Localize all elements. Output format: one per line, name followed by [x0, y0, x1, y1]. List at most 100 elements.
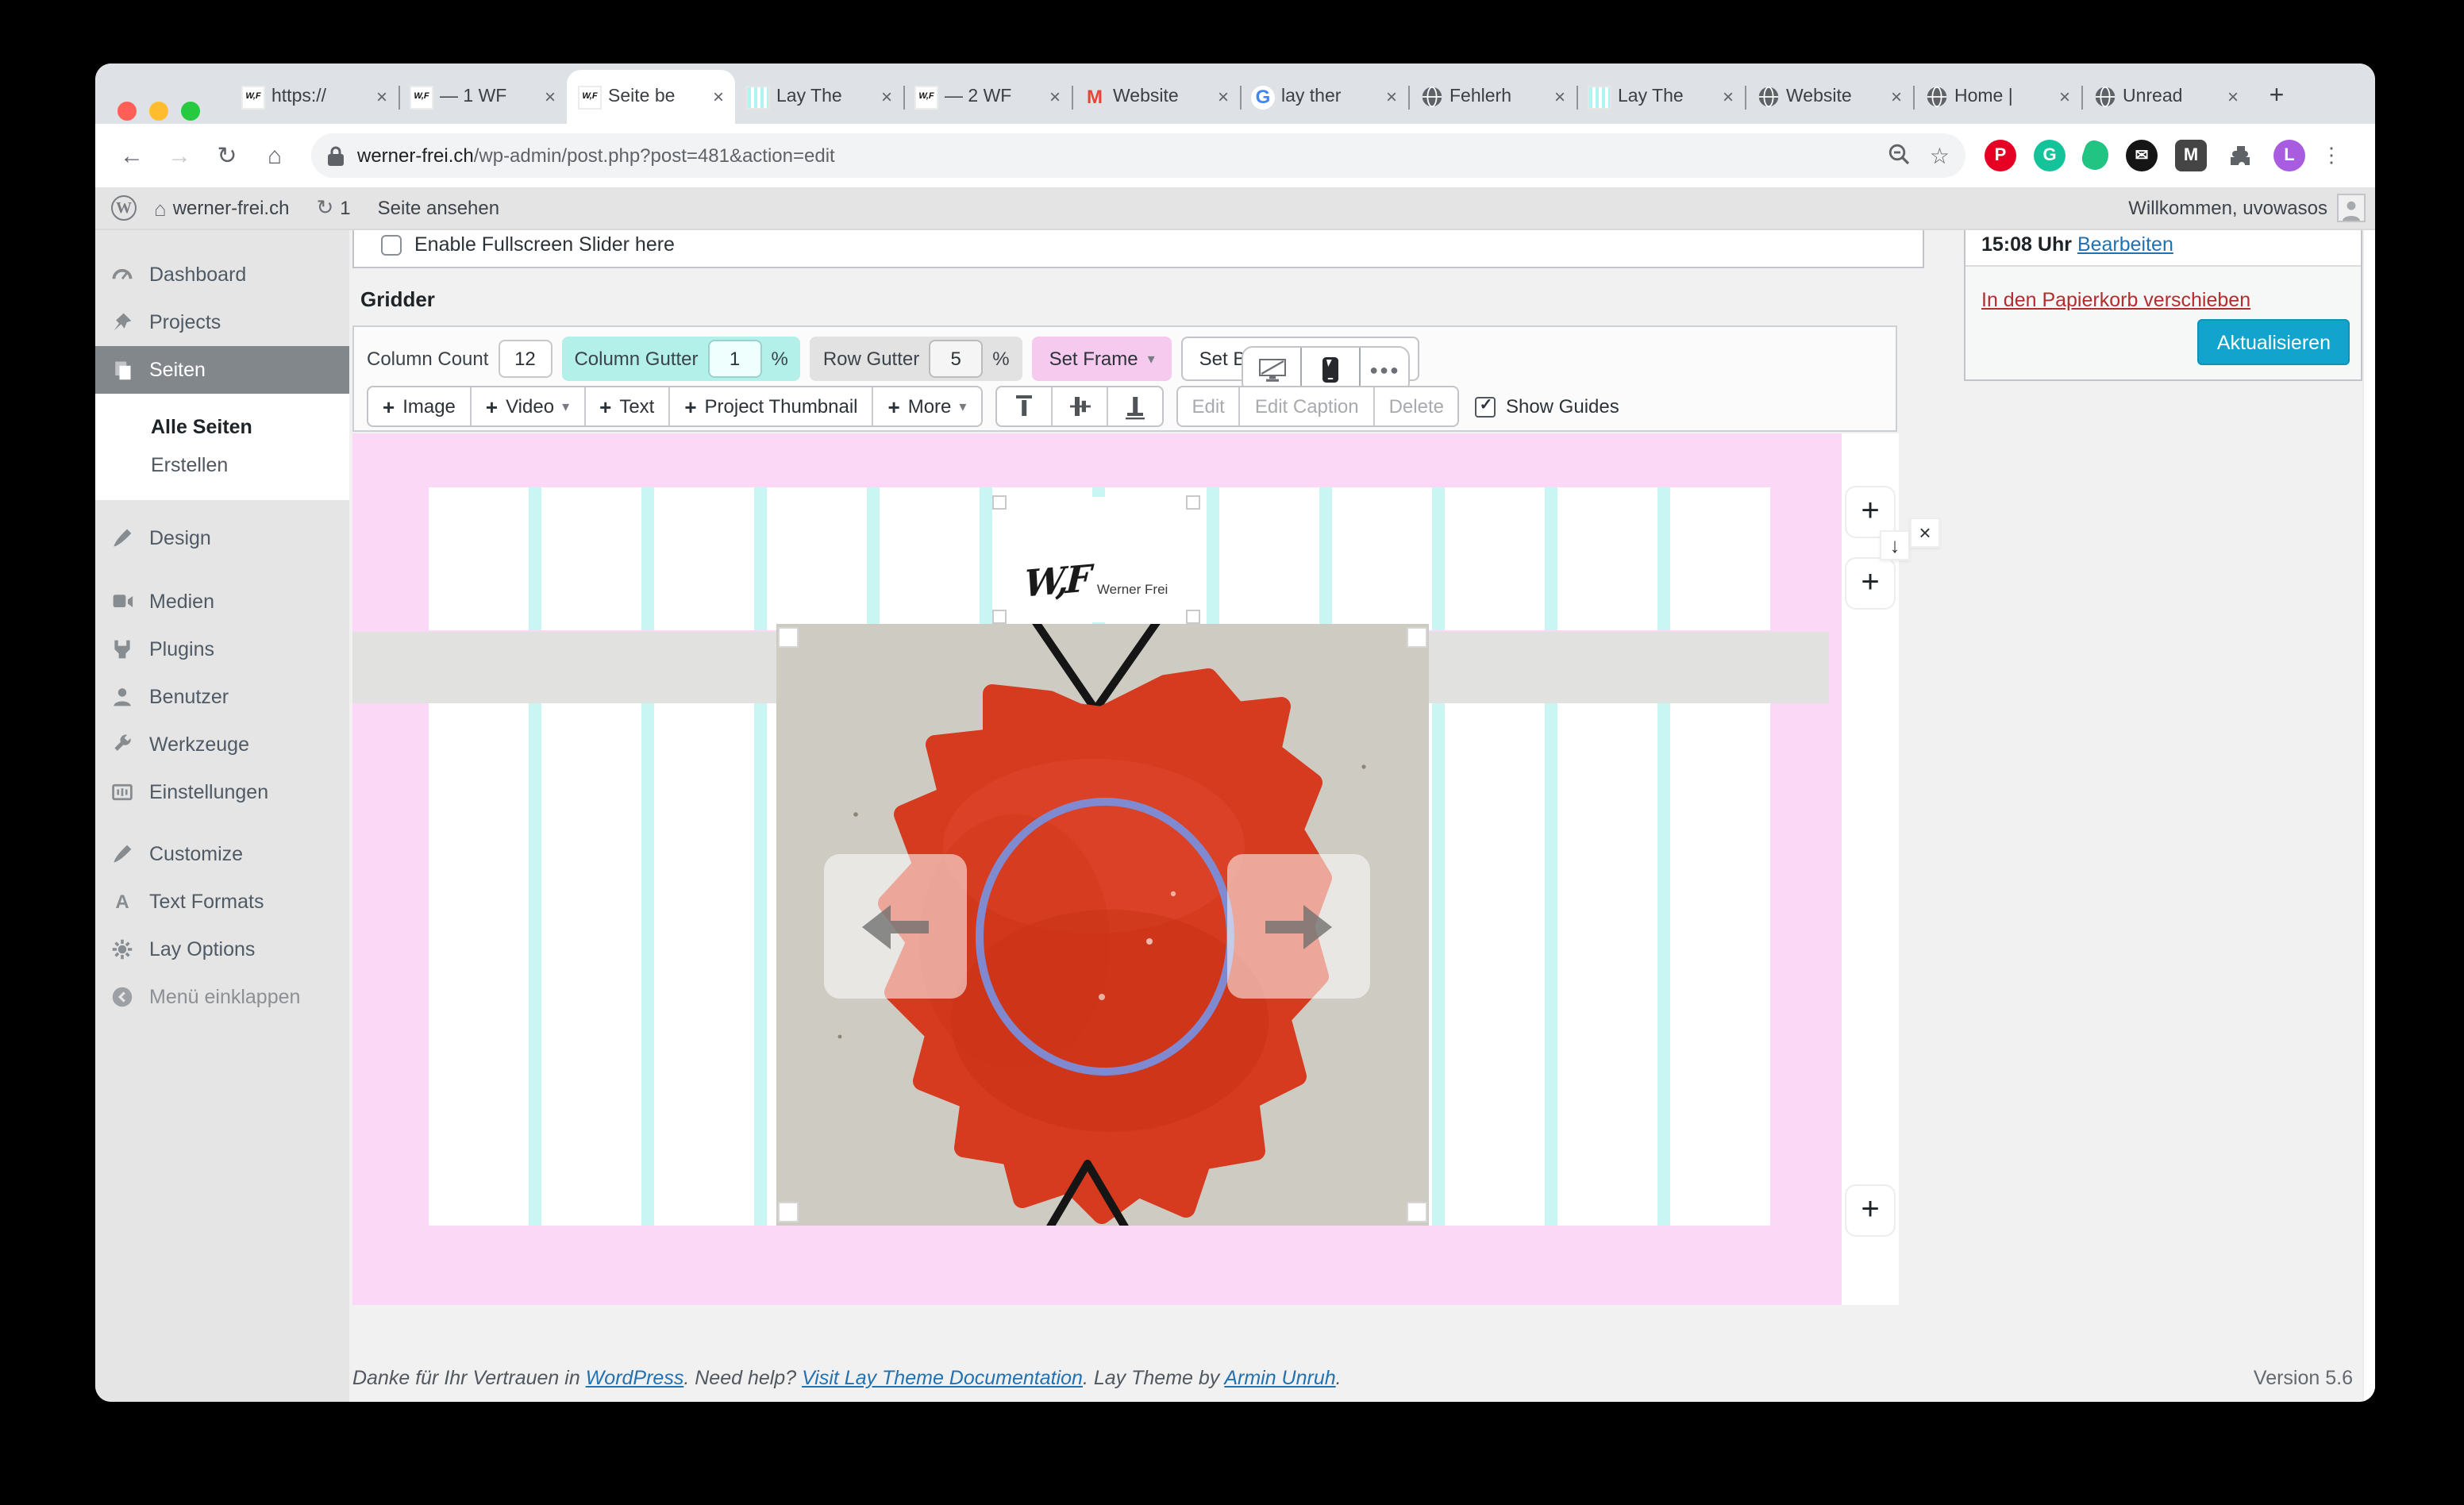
browser-menu-icon[interactable]: ⋮: [2321, 143, 2342, 168]
minimize-window-button[interactable]: [149, 102, 168, 121]
extensions-puzzle-icon[interactable]: [2224, 140, 2256, 171]
delete-row-button[interactable]: ×: [1910, 518, 1940, 548]
mailtrack-extension-icon[interactable]: ✉: [2126, 140, 2158, 171]
sidebar-item-lay-options[interactable]: Lay Options: [95, 926, 349, 973]
browser-tab[interactable]: Home |×: [1913, 70, 2081, 124]
close-window-button[interactable]: [117, 102, 137, 121]
sidebar-item-plugins[interactable]: Plugins: [95, 625, 349, 673]
show-guides-checkbox[interactable]: ✓: [1476, 396, 1496, 417]
sidebar-item-men-einklappen[interactable]: Menü einklappen: [95, 973, 349, 1021]
lock-icon[interactable]: [327, 145, 357, 166]
logo-grid-item[interactable]: W,F Werner Frei: [994, 497, 1199, 622]
resize-handle[interactable]: [992, 495, 1007, 510]
slider-next-button[interactable]: [1227, 854, 1370, 999]
add-row-button[interactable]: +: [1845, 557, 1896, 610]
sidebar-item-dashboard[interactable]: Dashboard: [95, 251, 349, 298]
tab-close-icon[interactable]: ×: [2227, 87, 2239, 106]
edit-button[interactable]: Edit: [1177, 387, 1240, 425]
tab-close-icon[interactable]: ×: [1891, 87, 1902, 106]
browser-tab[interactable]: MWebsite×: [1072, 70, 1240, 124]
edit-caption-button[interactable]: Edit Caption: [1241, 387, 1375, 425]
sidebar-item-benutzer[interactable]: Benutzer: [95, 673, 349, 721]
reload-icon[interactable]: ↻: [203, 141, 251, 170]
resize-handle[interactable]: [778, 627, 799, 648]
tab-close-icon[interactable]: ×: [1218, 87, 1229, 106]
grammarly-extension-icon[interactable]: G: [2034, 140, 2066, 171]
resize-handle[interactable]: [1407, 1202, 1427, 1222]
sidebar-item-einstellungen[interactable]: Einstellungen: [95, 768, 349, 816]
bookmark-star-icon[interactable]: ☆: [1930, 142, 1950, 169]
wordpress-link[interactable]: WordPress: [586, 1367, 684, 1389]
tab-close-icon[interactable]: ×: [376, 87, 387, 106]
tab-close-icon[interactable]: ×: [1386, 87, 1397, 106]
page-scrollbar[interactable]: [2362, 230, 2375, 1402]
edit-schedule-link[interactable]: Bearbeiten: [2077, 233, 2173, 256]
browser-tab[interactable]: Website×: [1745, 70, 1913, 124]
admin-bar-site[interactable]: ⌂ werner-frei.ch: [144, 196, 298, 220]
browser-tab[interactable]: Fehlerh×: [1408, 70, 1577, 124]
tab-close-icon[interactable]: ×: [1049, 87, 1061, 106]
zoom-window-button[interactable]: [181, 102, 200, 121]
tab-close-icon[interactable]: ×: [545, 87, 556, 106]
delete-button[interactable]: Delete: [1375, 387, 1458, 425]
row-gutter-input[interactable]: 5: [929, 340, 983, 378]
sidebar-item-werkzeuge[interactable]: Werkzeuge: [95, 721, 349, 768]
resize-handle[interactable]: [1186, 610, 1200, 624]
browser-tab[interactable]: Glay ther×: [1240, 70, 1408, 124]
url-bar[interactable]: werner-frei.ch/wp-admin/post.php?post=48…: [311, 133, 1965, 178]
pinterest-extension-icon[interactable]: P: [1985, 140, 2016, 171]
browser-tab[interactable]: W,Fhttps://×: [230, 70, 398, 124]
lay-theme-doc-link[interactable]: Visit Lay Theme Documentation: [802, 1367, 1083, 1389]
align-middle-button[interactable]: [1052, 387, 1107, 425]
sidebar-item-design[interactable]: Design: [95, 514, 349, 562]
tab-close-icon[interactable]: ×: [2059, 87, 2070, 106]
artwork-grid-item[interactable]: [776, 624, 1429, 1226]
admin-bar-view-page[interactable]: Seite ansehen: [368, 197, 509, 219]
tab-close-icon[interactable]: ×: [1723, 87, 1734, 106]
sidebar-item-medien[interactable]: Medien: [95, 578, 349, 625]
add-image-button[interactable]: +Image: [368, 387, 472, 425]
browser-tab[interactable]: W,F— 2 WF×: [903, 70, 1072, 124]
author-link[interactable]: Armin Unruh: [1224, 1367, 1335, 1389]
admin-bar-updates[interactable]: ↻ 1: [306, 195, 360, 221]
align-top-button[interactable]: [996, 387, 1052, 425]
add-row-button[interactable]: +: [1845, 1184, 1896, 1237]
sidebar-subitem-erstellen[interactable]: Erstellen: [95, 446, 349, 484]
update-button[interactable]: Aktualisieren: [2198, 319, 2350, 365]
browser-tab[interactable]: Unread×: [2081, 70, 2250, 124]
fullscreen-slider-checkbox[interactable]: [381, 234, 402, 255]
profile-avatar-icon[interactable]: L: [2273, 140, 2305, 171]
resize-handle[interactable]: [1186, 495, 1200, 510]
align-bottom-button[interactable]: [1107, 387, 1161, 425]
set-frame-button[interactable]: Set Frame ▾: [1032, 337, 1172, 381]
back-icon[interactable]: ←: [108, 142, 156, 169]
wordpress-logo-icon[interactable]: W: [111, 195, 137, 221]
column-count-input[interactable]: 12: [498, 340, 552, 378]
sidebar-item-customize[interactable]: Customize: [95, 830, 349, 878]
resize-handle[interactable]: [992, 610, 1007, 624]
resize-handle[interactable]: [1407, 627, 1427, 648]
new-tab-button[interactable]: +: [2256, 76, 2297, 117]
greeting-text[interactable]: Willkommen, uvowasos: [2128, 197, 2327, 219]
sidebar-item-projects[interactable]: Projects: [95, 298, 349, 346]
slider-prev-button[interactable]: [824, 854, 967, 999]
home-icon[interactable]: ⌂: [251, 142, 298, 169]
move-row-down-button[interactable]: ↓: [1880, 530, 1910, 560]
add-more-button[interactable]: +More▾: [874, 387, 981, 425]
mint-creature-extension-icon[interactable]: [2079, 138, 2112, 173]
avatar[interactable]: [2337, 194, 2366, 222]
add-text-button[interactable]: +Text: [585, 387, 670, 425]
browser-tab[interactable]: Lay The×: [1577, 70, 1745, 124]
browser-tab[interactable]: Lay The×: [735, 70, 903, 124]
resize-handle[interactable]: [778, 1202, 799, 1222]
browser-tab[interactable]: W,F— 1 WF×: [398, 70, 567, 124]
tab-close-icon[interactable]: ×: [1554, 87, 1565, 106]
add-video-button[interactable]: +Video▾: [472, 387, 585, 425]
dictionary-extension-icon[interactable]: M: [2175, 140, 2207, 171]
trash-link[interactable]: In den Papierkorb verschieben: [1981, 289, 2250, 311]
tab-close-icon[interactable]: ×: [713, 87, 724, 106]
tab-close-icon[interactable]: ×: [881, 87, 892, 106]
sidebar-item-text-formats[interactable]: AText Formats: [95, 878, 349, 926]
browser-tab[interactable]: W,FSeite be×: [567, 70, 735, 124]
column-gutter-input[interactable]: 1: [708, 340, 762, 378]
